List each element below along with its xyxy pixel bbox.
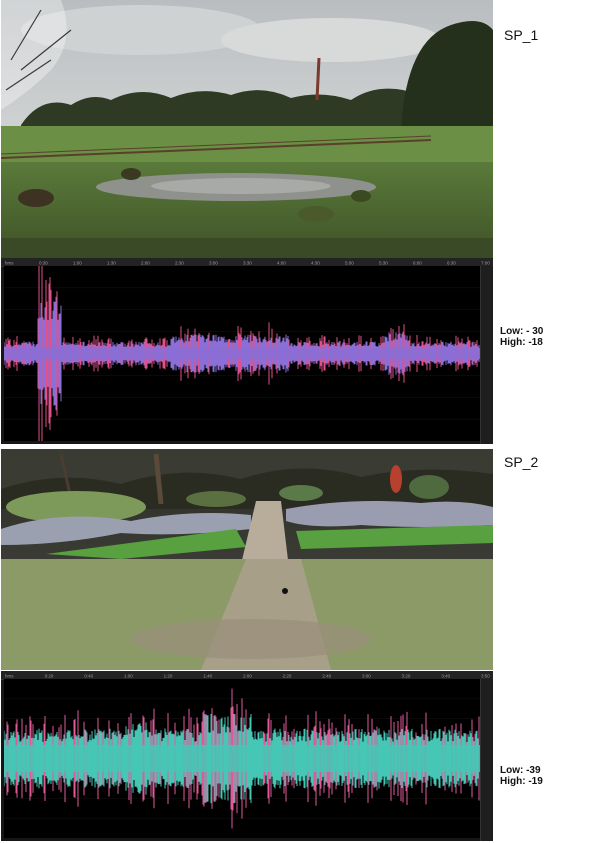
sp1-ruler-tick: 1:30	[107, 261, 116, 266]
sp1-ruler-tick: 4:30	[311, 261, 320, 266]
sp2-ruler-tick: 3:20	[402, 674, 411, 679]
sp2-title: SP_2	[504, 454, 539, 470]
sp1-waveform	[4, 266, 480, 441]
sp2-high-label: High: -19	[500, 776, 543, 787]
sp1-ruler-tick: 0:30	[39, 261, 48, 266]
sp1-waveform-plot	[4, 266, 480, 441]
sp2-ruler-tick: 2:40	[322, 674, 331, 679]
sp2-ruler-tick: 3:50	[481, 674, 490, 679]
sp1-ruler-tick: 5:00	[345, 261, 354, 266]
sp1-ruler-tick: 5:30	[379, 261, 388, 266]
sp2-ruler-tick: 2:20	[283, 674, 292, 679]
sp1-level-scale	[480, 266, 493, 444]
sp1-ruler-tick: 1:00	[73, 261, 82, 266]
sp2-level-scale	[480, 679, 493, 841]
sp2-ruler-tick: 1:20	[164, 674, 173, 679]
sp1-ruler-tick: 4:00	[277, 261, 286, 266]
sp1-high-label: High: -18	[500, 337, 543, 348]
sp1-ruler-tick: 6:00	[413, 261, 422, 266]
sp2-ruler-tick: 2:00	[243, 674, 252, 679]
sp1-ruler-tick: hms	[5, 261, 14, 266]
sp2-waveform	[4, 688, 480, 829]
sp1-ruler-tick: 2:30	[175, 261, 184, 266]
sp1-ruler-tick: 2:00	[141, 261, 150, 266]
sp2-ruler-tick: 0:40	[84, 674, 93, 679]
sp1-ruler-tick: 7:00	[481, 261, 490, 266]
sp2-ruler-tick: 1:40	[203, 674, 212, 679]
sp1-photo	[1, 0, 493, 258]
sp2-ruler-tick: 3:40	[441, 674, 450, 679]
sp1-low-label: Low: - 30	[500, 326, 544, 337]
sp2-ruler-tick: 3:00	[362, 674, 371, 679]
sp1-ruler-tick: 3:30	[243, 261, 252, 266]
sp2-photo	[1, 449, 493, 670]
sp2-ruler-tick: 0:20	[45, 674, 54, 679]
sp1-ruler-tick: 6:30	[447, 261, 456, 266]
sp2-low-label: Low: -39	[500, 765, 541, 776]
sp1-ruler-tick: 3:00	[209, 261, 218, 266]
sp2-ruler-tick: 1:00	[124, 674, 133, 679]
sp1-title: SP_1	[504, 27, 539, 43]
sp2-waveform-plot	[4, 679, 480, 838]
sp1-waveform-panel: hms 0:30 1:00 1:30 2:00 2:30 3:00 3:30 4:00 4:30 5…	[1, 258, 493, 444]
sp2-ruler-tick: hms	[5, 674, 14, 679]
sp2-waveform-panel: hms 0:20 0:40 1:00 1:20 1:40 2:00 2:20 2:40 3:00 3…	[1, 671, 493, 841]
